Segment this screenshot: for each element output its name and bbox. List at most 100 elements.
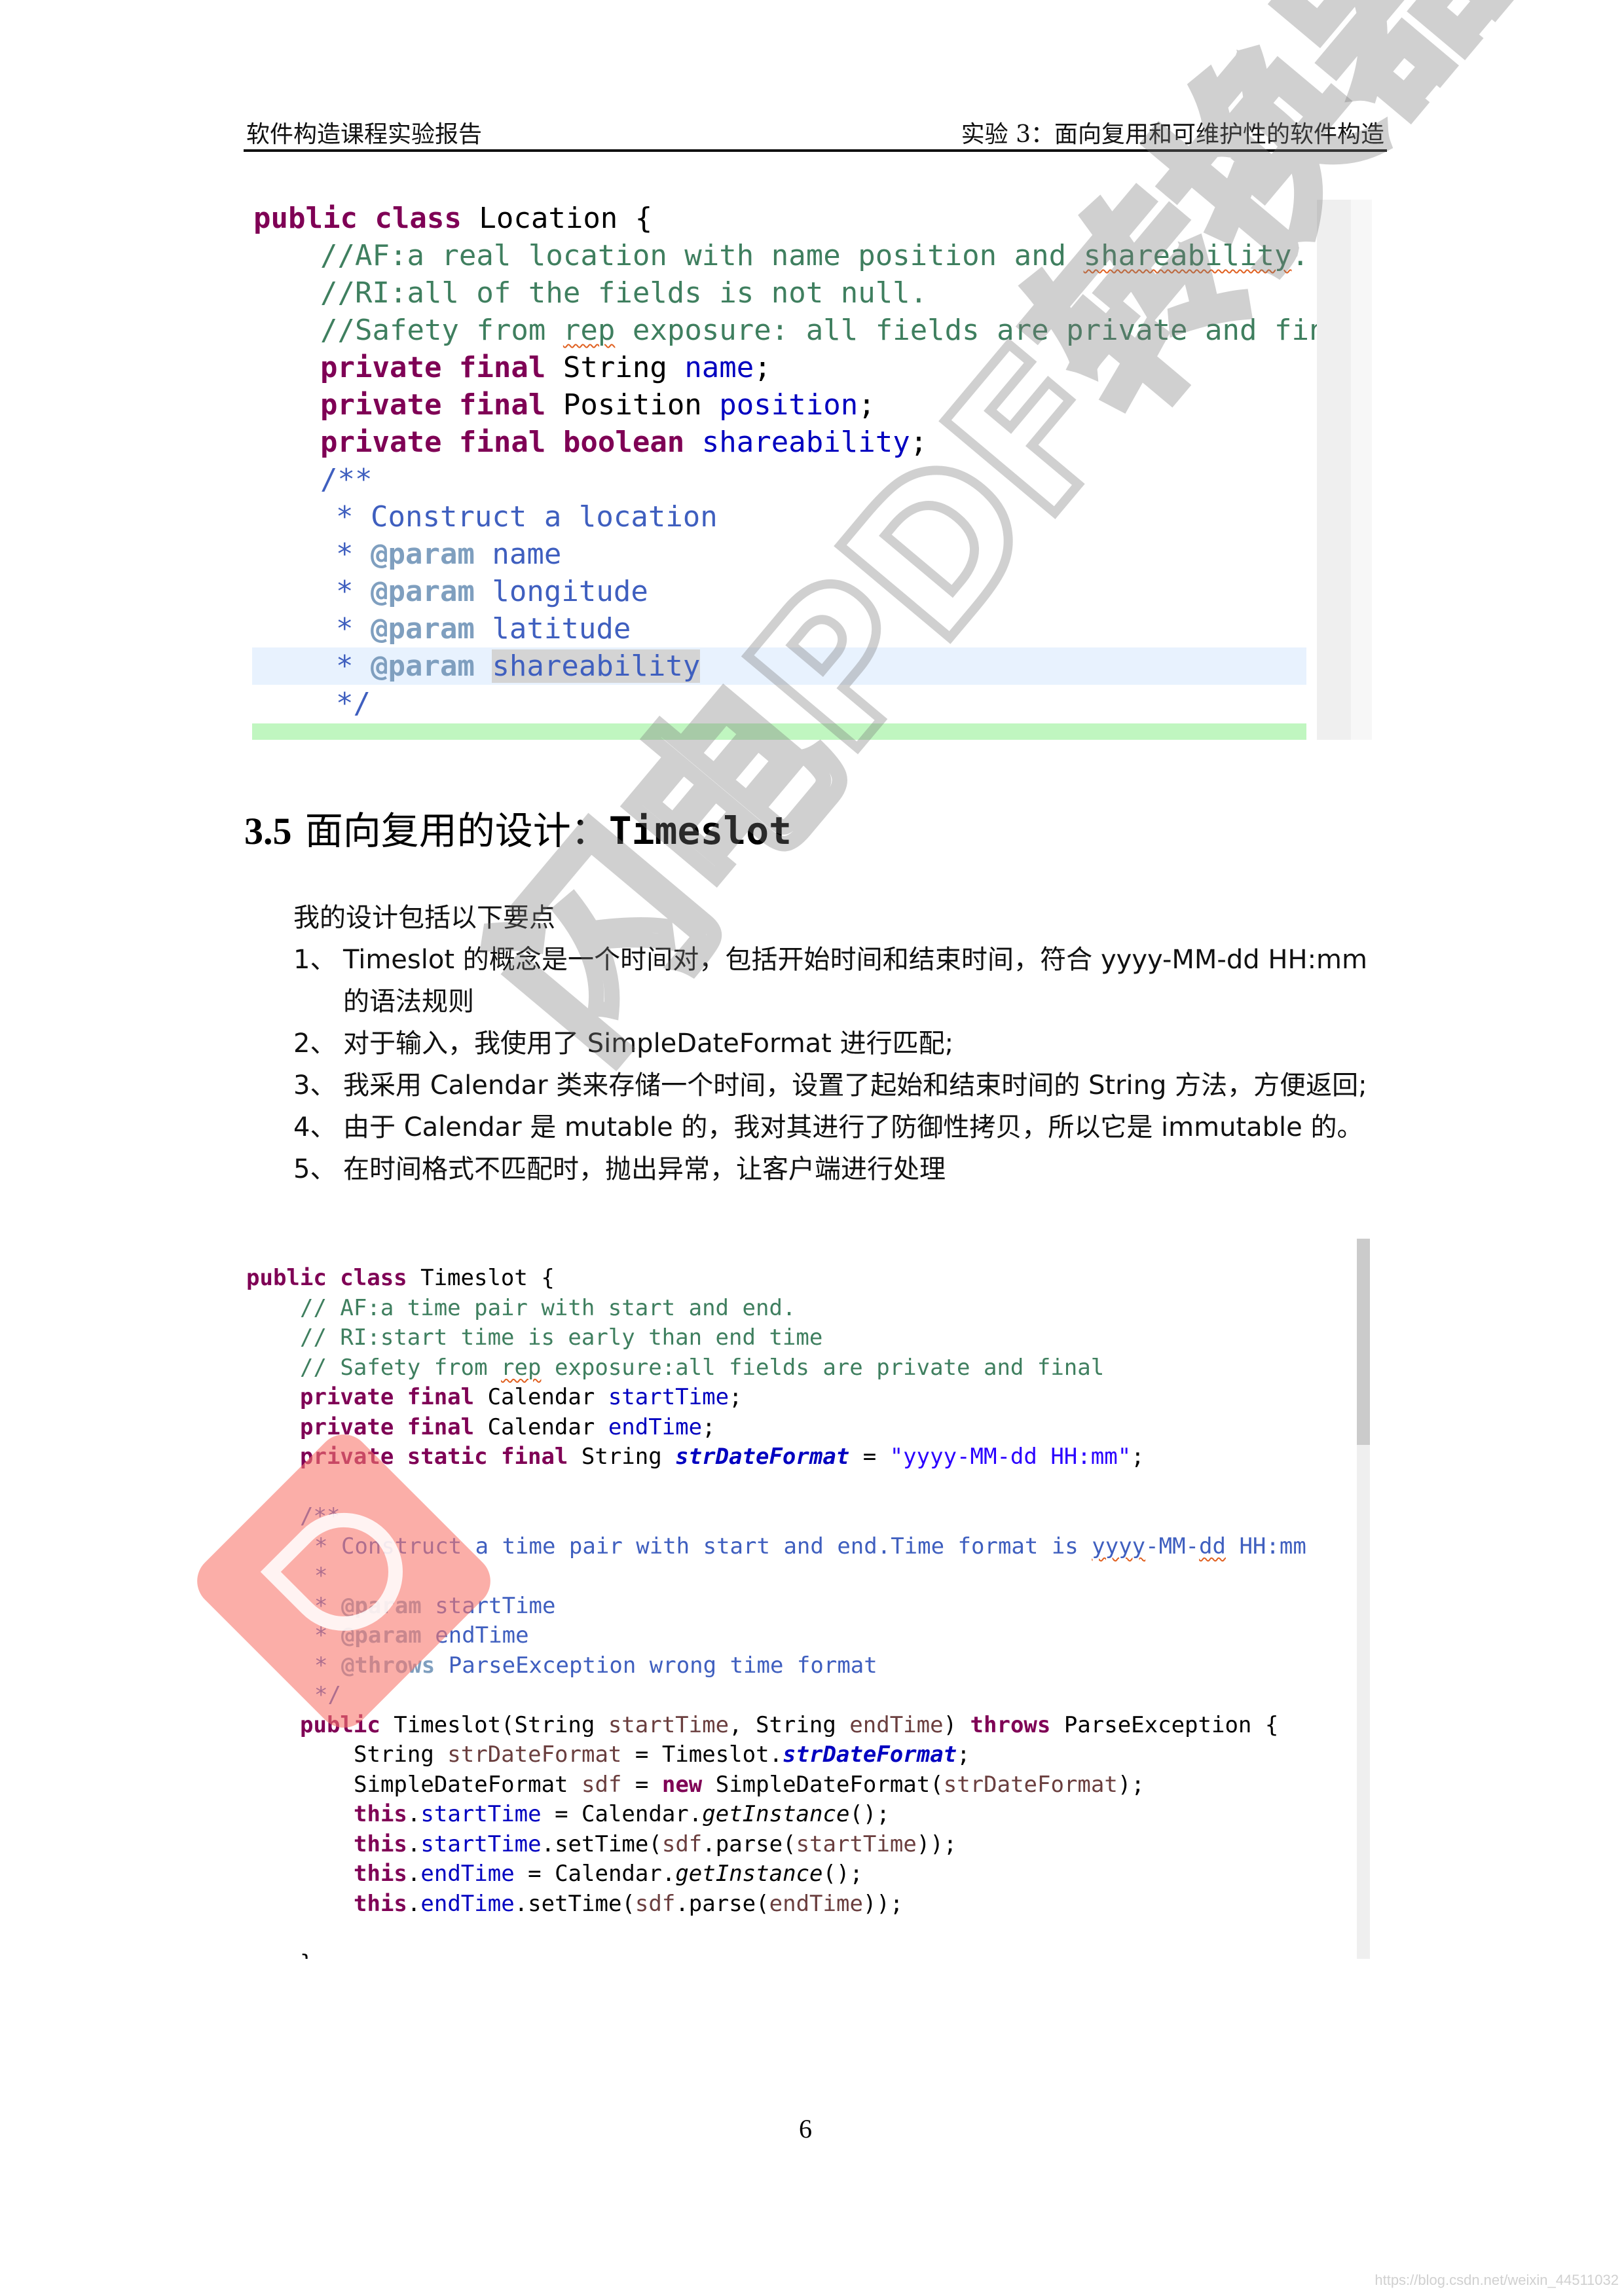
editor-scrollbar[interactable] [1317, 200, 1351, 740]
code-token: this [354, 1801, 407, 1827]
design-list-item: 3、 我采用 Calendar 类来存储一个时间，设置了起始和结束时间的 Stri… [293, 1065, 1367, 1106]
code-token: latitude [474, 612, 631, 646]
code-token: , String [729, 1711, 850, 1738]
list-item-text: 在时间格式不匹配时，抛出异常，让客户端进行处理 [343, 1154, 946, 1184]
code-token: sdf [581, 1771, 622, 1798]
code-lines: public class Location {//AF:a real locat… [252, 200, 1344, 722]
code-line: // AF:a time pair with start and end. [244, 1294, 1370, 1324]
header-divider [244, 149, 1387, 152]
code-token: this [354, 1831, 407, 1857]
code-line: public class Location { [252, 200, 1306, 237]
code-token: = [621, 1771, 662, 1798]
code-token: private final [320, 388, 563, 422]
code-token: shareability [701, 426, 910, 459]
code-token: (); [849, 1801, 890, 1827]
code-token: strDateFormat [943, 1771, 1118, 1798]
code-token: * Construct a location [336, 500, 718, 534]
code-token: getInstance [675, 1861, 823, 1887]
code-token: . [407, 1831, 421, 1857]
code-token: private final [320, 351, 563, 384]
design-intro: 我的设计包括以下要点 [293, 903, 555, 933]
current-line-highlight [252, 723, 1306, 740]
code-token: String [563, 351, 685, 384]
code-token: * [314, 1622, 341, 1649]
code-line: this.startTime.setTime(sdf.parse(startTi… [244, 1830, 1370, 1860]
code-line: * @param longitude [252, 573, 1306, 610]
code-token: * [314, 1563, 328, 1589]
code-line: * @param shareability [252, 647, 1306, 685]
code-token: @param [370, 575, 475, 608]
code-line: //RI:all of the fields is not null. [252, 274, 1306, 312]
section-title-text: 面向复用的设计： [304, 809, 609, 853]
code-token: startTime [420, 1801, 542, 1827]
code-token: ParseException { [1063, 1711, 1279, 1738]
list-item-text: 对于输入，我使用了 SimpleDateFormat 进行匹配; [343, 1029, 954, 1059]
code-line: * @throws ParseException wrong time form… [244, 1651, 1370, 1681]
code-token: (); [822, 1861, 863, 1887]
code-token: startTime [796, 1831, 917, 1857]
code-token: @param [370, 538, 475, 571]
code-token: startTime [608, 1711, 729, 1738]
code-screenshot-timeslot: public class Timeslot {// AF:a time pair… [244, 1239, 1370, 1959]
code-token: ); [1117, 1771, 1145, 1798]
code-token: public class [246, 1265, 421, 1291]
code-token: private final [300, 1384, 488, 1410]
code-token: public class [253, 202, 479, 235]
code-token: Position [563, 388, 720, 422]
code-line: private static final String strDateForma… [244, 1442, 1370, 1472]
code-lines: public class Timeslot {// AF:a time pair… [244, 1264, 1370, 1959]
code-token: endTime [769, 1890, 863, 1917]
code-token: /** [300, 1503, 341, 1529]
code-token: exposure:all fields are private and fina… [541, 1354, 1105, 1381]
code-token: /** [320, 463, 373, 496]
section-heading: 3.5 面向复用的设计：Timeslot [244, 800, 792, 855]
code-token: .setTime( [541, 1831, 662, 1857]
code-line: private final String name; [252, 349, 1306, 386]
code-token: endTime [608, 1413, 703, 1440]
code-token: */ [336, 687, 371, 720]
code-token: ; [1131, 1444, 1145, 1470]
design-list-item: 2、 对于输入，我使用了 SimpleDateFormat 进行匹配; [293, 1023, 1367, 1065]
code-token: @param [341, 1592, 422, 1619]
editor-scrollbar-thumb[interactable] [1357, 1239, 1370, 1445]
code-token: SimpleDateFormat [354, 1771, 581, 1798]
code-line: * @param endTime [244, 1621, 1370, 1651]
code-line: } [244, 1949, 1370, 1959]
code-token: private final [300, 1413, 488, 1440]
code-token: . [1291, 239, 1309, 272]
code-token: getInstance [702, 1801, 850, 1827]
code-token: = Timeslot. [621, 1741, 783, 1768]
code-token: * [336, 649, 371, 683]
list-item-number: 1、 [293, 945, 337, 975]
code-token: shareability [1083, 239, 1292, 272]
list-item-number: 5、 [293, 1154, 337, 1184]
code-token: @param [341, 1622, 422, 1649]
code-token: //AF:a real location with name position … [320, 239, 1084, 272]
code-line: //Safety from rep exposure: all fields a… [252, 312, 1344, 349]
code-line: * Construct a location [252, 498, 1306, 536]
code-token: = Calendar. [514, 1861, 676, 1887]
code-line: String strDateFormat = Timeslot.strDateF… [244, 1740, 1370, 1770]
code-token: Location { [479, 202, 653, 235]
code-token: .setTime( [514, 1890, 635, 1917]
code-token: )); [916, 1831, 957, 1857]
code-token: SimpleDateFormat( [715, 1771, 944, 1798]
code-token: ; [957, 1741, 970, 1768]
code-token: name [474, 538, 562, 571]
code-token: rep [563, 314, 616, 347]
page-header: 软件构造课程实验报告 实验 3：面向复用和可维护性的软件构造 [244, 111, 1387, 152]
code-token: sdf [635, 1890, 676, 1917]
code-token: endTime [849, 1711, 944, 1738]
code-screenshot-location: public class Location {//AF:a real locat… [252, 200, 1372, 740]
code-line: this.endTime = Calendar.getInstance(); [244, 1859, 1370, 1889]
code-token: String [581, 1444, 676, 1470]
code-line: this.startTime = Calendar.getInstance(); [244, 1800, 1370, 1830]
code-token: ; [754, 351, 771, 384]
code-token: -MM- [1145, 1533, 1200, 1559]
code-token: = [849, 1444, 890, 1470]
code-token: endTime [421, 1622, 529, 1649]
source-url: https://blog.csdn.net/weixin_44511032 [1375, 2272, 1619, 2288]
code-token: private final boolean [320, 426, 702, 459]
code-token: // AF:a time pair with start and end. [300, 1294, 796, 1321]
